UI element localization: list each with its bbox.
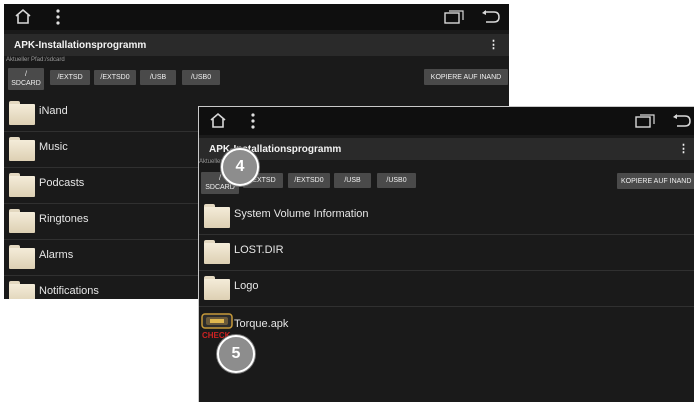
front-screen: APK-Installationsprogramm ⋮ Aktueller Pf… [198, 106, 694, 402]
status-bar [199, 107, 694, 135]
item-label: Music [39, 141, 68, 153]
folder-icon [9, 101, 35, 125]
callout-badge-5: 5 [217, 335, 255, 373]
usb0-button[interactable]: /USB0 [377, 173, 416, 188]
home-icon[interactable] [14, 8, 32, 25]
item-label: Alarms [39, 249, 74, 261]
list-item[interactable]: System Volume Information [199, 198, 694, 235]
callout-badge-4: 4 [221, 148, 259, 186]
folder-icon [204, 276, 230, 300]
current-path-label: Aktueller Pfad:/sdcard [6, 57, 65, 63]
copy-to-inand-button[interactable]: KOPIERE AUF INAND [617, 173, 694, 189]
back-icon[interactable] [671, 114, 691, 128]
status-bar [4, 4, 509, 30]
app-bar: APK-Installationsprogramm ⋮ [4, 34, 509, 56]
folder-icon [9, 137, 35, 161]
item-label: Torque.apk [234, 318, 289, 330]
list-item[interactable]: CHECK Torque.apk [199, 306, 694, 342]
item-label: Ringtones [39, 213, 89, 225]
folder-icon [9, 245, 35, 269]
item-label: LOST.DIR [234, 244, 284, 256]
folder-icon [9, 209, 35, 233]
app-menu-icon[interactable]: ⋮ [488, 38, 499, 51]
folder-icon [9, 281, 35, 299]
item-label: Notifications [39, 285, 99, 297]
home-icon[interactable] [209, 112, 227, 129]
app-title: APK-Installationsprogramm [14, 40, 147, 51]
extsd0-button[interactable]: /EXTSD0 [94, 70, 136, 85]
list-item[interactable]: LOST.DIR [199, 234, 694, 271]
folder-icon [204, 240, 230, 264]
folder-icon [204, 204, 230, 228]
usb-button[interactable]: /USB [140, 70, 176, 85]
usb0-button[interactable]: /USB0 [182, 70, 220, 85]
recents-icon[interactable] [444, 10, 464, 24]
item-label: iNand [39, 105, 68, 117]
extsd0-button[interactable]: /EXTSD0 [288, 173, 330, 188]
app-menu-icon[interactable]: ⋮ [678, 142, 689, 155]
recents-icon[interactable] [635, 114, 655, 128]
overflow-icon[interactable] [56, 9, 60, 25]
item-label: Podcasts [39, 177, 85, 189]
usb-button[interactable]: /USB [334, 173, 371, 188]
extsd-button[interactable]: /EXTSD [50, 70, 90, 85]
item-label: System Volume Information [234, 208, 369, 220]
overflow-icon[interactable] [251, 113, 255, 129]
back-icon[interactable] [480, 10, 500, 24]
app-bar: APK-Installationsprogramm ⋮ [199, 138, 694, 160]
folder-icon [9, 173, 35, 197]
copy-to-inand-button[interactable]: KOPIERE AUF INAND [424, 69, 508, 85]
list-item[interactable]: Logo [199, 270, 694, 307]
sdcard-button[interactable]: / SDCARD [8, 68, 44, 90]
item-label: Logo [234, 280, 259, 292]
